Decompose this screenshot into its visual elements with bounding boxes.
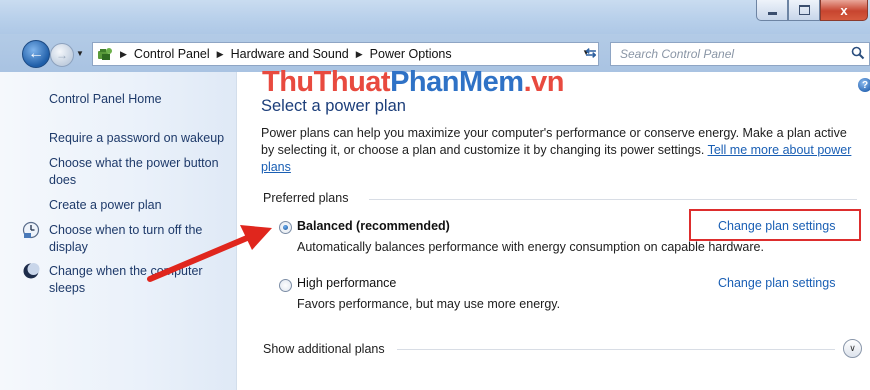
require-password-link[interactable]: Require a password on wakeup [49, 130, 224, 147]
maximize-button[interactable] [788, 0, 820, 21]
minimize-icon [767, 11, 777, 15]
pane-divider [236, 72, 237, 390]
close-button[interactable]: x [820, 0, 868, 21]
breadcrumb-separator-icon[interactable]: ▶ [356, 49, 363, 60]
show-additional-divider [397, 349, 835, 350]
power-button-link[interactable]: Choose what the power button does [49, 155, 234, 189]
create-power-plan-link[interactable]: Create a power plan [49, 197, 162, 214]
refresh-button[interactable]: ⇆ [578, 42, 604, 64]
high-performance-change-settings-link[interactable]: Change plan settings [718, 276, 835, 290]
control-panel-icon [98, 48, 112, 60]
search-icon[interactable] [851, 46, 865, 60]
control-panel-home-link[interactable]: Control Panel Home [49, 91, 162, 108]
watermark-part-1: ThuThuat [262, 66, 391, 98]
show-additional-plans-label[interactable]: Show additional plans [263, 342, 385, 356]
forward-arrow-icon: → [56, 48, 68, 62]
back-button[interactable]: ← [22, 40, 50, 68]
watermark: ThuThuatPhanMem.vn [262, 66, 564, 99]
back-arrow-icon: ← [28, 45, 44, 62]
refresh-icon: ⇆ [585, 45, 597, 60]
watermark-part-3: .vn [523, 66, 565, 98]
close-icon: x [840, 2, 848, 18]
expand-chevron-icon[interactable]: ∨ [843, 339, 862, 358]
breadcrumb-separator-icon[interactable]: ▶ [120, 49, 127, 60]
sleep-moon-icon [23, 263, 40, 279]
highlight-box [689, 209, 861, 241]
breadcrumb-power-options[interactable]: Power Options [370, 47, 452, 61]
recent-pages-dropdown-icon[interactable]: ▼ [76, 49, 84, 58]
breadcrumb-hardware-and-sound[interactable]: Hardware and Sound [231, 47, 349, 61]
balanced-plan-name[interactable]: Balanced (recommended) [297, 219, 450, 233]
window-title-bar: x [0, 0, 870, 34]
high-performance-plan-description: Favors performance, but may use more ene… [297, 297, 561, 311]
window-controls: x [756, 0, 868, 22]
forward-button[interactable]: → [50, 43, 74, 67]
breadcrumb-separator-icon[interactable]: ▶ [217, 49, 224, 60]
address-bar[interactable]: ▶ Control Panel ▶ Hardware and Sound ▶ P… [92, 42, 599, 66]
group-divider [369, 199, 857, 200]
display-schedule-icon [22, 221, 40, 239]
high-performance-plan-radio[interactable] [279, 279, 292, 292]
watermark-part-2: PhanMem [390, 66, 524, 98]
high-performance-plan-name[interactable]: High performance [297, 276, 396, 290]
help-icon[interactable]: ? [858, 78, 870, 92]
search-input[interactable]: Search Control Panel [620, 47, 734, 61]
turn-off-display-link[interactable]: Choose when to turn off the display [49, 222, 224, 256]
search-box[interactable]: Search Control Panel [610, 42, 870, 66]
preferred-plans-header: Preferred plans [263, 191, 349, 205]
breadcrumb-control-panel[interactable]: Control Panel [134, 47, 210, 61]
balanced-plan-description: Automatically balances performance with … [297, 240, 764, 254]
maximize-icon [798, 5, 810, 15]
page-title: Select a power plan [261, 97, 406, 115]
minimize-button[interactable] [756, 0, 788, 21]
balanced-plan-radio[interactable] [279, 221, 292, 234]
computer-sleeps-link[interactable]: Change when the computer sleeps [49, 263, 224, 297]
intro-text: Power plans can help you maximize your c… [261, 125, 856, 176]
